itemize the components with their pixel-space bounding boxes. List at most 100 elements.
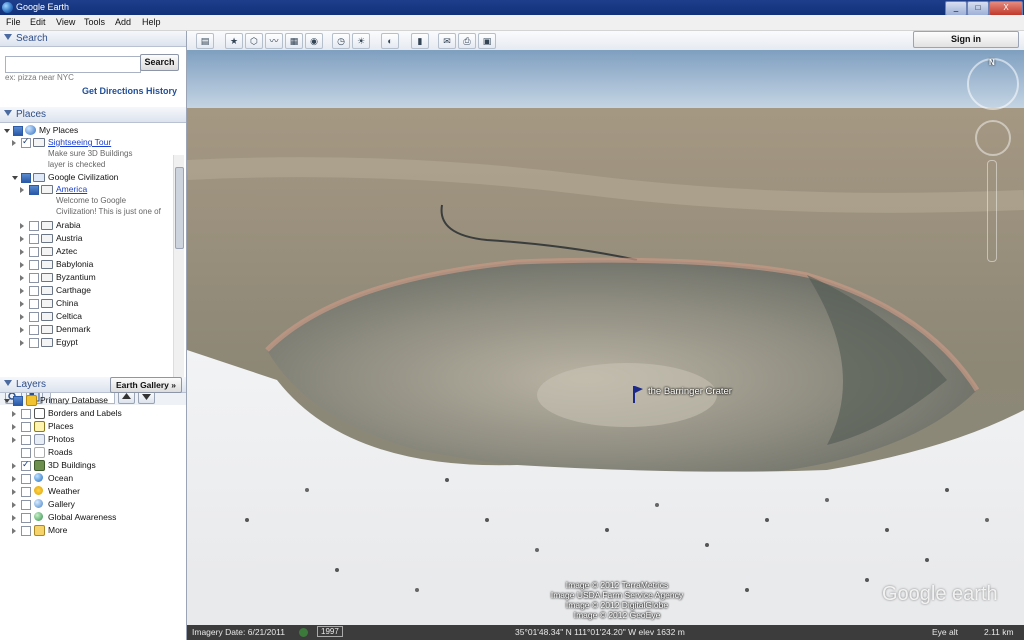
earth-gallery-button[interactable]: Earth Gallery » bbox=[110, 377, 182, 393]
checkbox[interactable] bbox=[21, 409, 31, 419]
search-section-header[interactable]: Search bbox=[0, 31, 186, 47]
checkbox[interactable] bbox=[21, 487, 31, 497]
tree-item-babylonia[interactable]: Babylonia bbox=[20, 259, 172, 271]
checkbox[interactable] bbox=[21, 173, 31, 183]
history-link[interactable]: History bbox=[146, 86, 177, 96]
tree-item-denmark[interactable]: Denmark bbox=[20, 324, 172, 336]
checkbox[interactable] bbox=[21, 526, 31, 536]
tree-item-celtica[interactable]: Celtica bbox=[20, 311, 172, 323]
expand-arrow-icon[interactable] bbox=[20, 275, 24, 281]
expand-arrow-icon[interactable] bbox=[12, 502, 16, 508]
tree-item-byzantium[interactable]: Byzantium bbox=[20, 272, 172, 284]
add-placemark-icon[interactable]: ★ bbox=[225, 33, 243, 49]
menu-tools[interactable]: Tools bbox=[84, 17, 105, 27]
checkbox[interactable] bbox=[21, 513, 31, 523]
layer-item-global-awareness[interactable]: Global Awareness bbox=[12, 512, 174, 524]
layer-item-photos[interactable]: Photos bbox=[12, 434, 174, 446]
add-overlay-icon[interactable]: ▦ bbox=[285, 33, 303, 49]
sunlight-icon[interactable]: ☀ bbox=[352, 33, 370, 49]
planets-icon[interactable]: ◐ bbox=[381, 33, 399, 49]
historical-clock-icon[interactable] bbox=[299, 628, 308, 637]
placemark-label[interactable]: the Barringer Crater bbox=[648, 386, 732, 397]
checkbox[interactable] bbox=[21, 500, 31, 510]
expand-arrow-icon[interactable] bbox=[12, 424, 16, 430]
tree-item-label[interactable]: Sightseeing Tour bbox=[48, 137, 111, 147]
ruler-icon[interactable]: ▮ bbox=[411, 33, 429, 49]
layer-item-roads[interactable]: Roads bbox=[12, 447, 174, 459]
checkbox[interactable] bbox=[21, 474, 31, 484]
layer-item-ocean[interactable]: Ocean bbox=[12, 473, 174, 485]
places-scrollbar[interactable] bbox=[173, 155, 184, 380]
search-button[interactable]: Search bbox=[140, 54, 179, 71]
sidebar-toggle-icon[interactable]: ▤ bbox=[196, 33, 214, 49]
scrollbar-thumb[interactable] bbox=[175, 167, 184, 249]
checkbox[interactable] bbox=[21, 435, 31, 445]
expand-arrow-icon[interactable] bbox=[20, 262, 24, 268]
checkbox[interactable] bbox=[21, 422, 31, 432]
expand-arrow-icon[interactable] bbox=[4, 399, 10, 403]
print-icon[interactable]: ⎙ bbox=[458, 33, 476, 49]
checkbox[interactable] bbox=[21, 459, 31, 471]
expand-arrow-icon[interactable] bbox=[20, 340, 24, 346]
add-path-icon[interactable]: 〰 bbox=[265, 33, 283, 49]
expand-arrow-icon[interactable] bbox=[20, 327, 24, 333]
checkbox[interactable] bbox=[29, 260, 39, 270]
tree-item-egypt[interactable]: Egypt bbox=[20, 337, 172, 349]
layer-item-primary-database[interactable]: Primary Database bbox=[4, 395, 174, 407]
menu-add[interactable]: Add bbox=[115, 17, 131, 27]
checkbox[interactable] bbox=[13, 396, 23, 406]
tree-item-austria[interactable]: Austria bbox=[20, 233, 172, 245]
view-in-maps-icon[interactable]: ▣ bbox=[478, 33, 496, 49]
minimize-button[interactable]: _ bbox=[945, 1, 967, 16]
expand-arrow-icon[interactable] bbox=[20, 301, 24, 307]
imagery-year[interactable]: 1997 bbox=[317, 626, 343, 637]
checkbox[interactable] bbox=[29, 221, 39, 231]
places-section-header[interactable]: Places bbox=[0, 107, 186, 123]
checkbox[interactable] bbox=[13, 126, 23, 136]
expand-arrow-icon[interactable] bbox=[20, 236, 24, 242]
expand-arrow-icon[interactable] bbox=[12, 411, 16, 417]
expand-arrow-icon[interactable] bbox=[20, 249, 24, 255]
checkbox[interactable] bbox=[29, 325, 39, 335]
checkbox[interactable] bbox=[29, 299, 39, 309]
layer-item-borders-labels[interactable]: Borders and Labels bbox=[12, 408, 174, 420]
expand-arrow-icon[interactable] bbox=[12, 176, 18, 180]
checkbox[interactable] bbox=[29, 338, 39, 348]
maximize-button[interactable]: □ bbox=[967, 1, 989, 16]
expand-arrow-icon[interactable] bbox=[20, 288, 24, 294]
checkbox[interactable] bbox=[21, 136, 31, 148]
tree-item-carthage[interactable]: Carthage bbox=[20, 285, 172, 297]
search-input[interactable] bbox=[5, 56, 141, 73]
tree-item-arabia[interactable]: Arabia bbox=[20, 220, 172, 232]
tree-item-aztec[interactable]: Aztec bbox=[20, 246, 172, 258]
menu-edit[interactable]: Edit bbox=[30, 17, 46, 27]
add-polygon-icon[interactable]: ⬡ bbox=[245, 33, 263, 49]
layer-item-gallery[interactable]: Gallery bbox=[12, 499, 174, 511]
checkbox[interactable] bbox=[29, 312, 39, 322]
checkbox[interactable] bbox=[29, 234, 39, 244]
expand-arrow-icon[interactable] bbox=[12, 515, 16, 521]
expand-arrow-icon[interactable] bbox=[20, 223, 24, 229]
layer-item-3d-buildings[interactable]: 3D Buildings bbox=[12, 459, 174, 472]
checkbox[interactable] bbox=[29, 185, 39, 195]
menu-help[interactable]: Help bbox=[142, 17, 161, 27]
tree-item-label[interactable]: America bbox=[56, 184, 87, 194]
get-directions-link[interactable]: Get Directions bbox=[82, 86, 144, 96]
earth-3d-view[interactable]: the Barringer Crater N Image © 2012 Terr… bbox=[187, 50, 1024, 625]
zoom-slider[interactable] bbox=[987, 160, 997, 262]
tree-item-america[interactable]: America bbox=[20, 184, 172, 196]
layer-item-places[interactable]: Places bbox=[12, 421, 174, 433]
expand-arrow-icon[interactable] bbox=[4, 129, 10, 133]
expand-arrow-icon[interactable] bbox=[12, 463, 16, 469]
look-joystick[interactable]: N bbox=[967, 58, 1019, 110]
tree-item-china[interactable]: China bbox=[20, 298, 172, 310]
layer-item-weather[interactable]: Weather bbox=[12, 486, 174, 498]
layer-item-more[interactable]: More bbox=[12, 525, 174, 537]
checkbox[interactable] bbox=[29, 247, 39, 257]
placemark-flag-icon[interactable] bbox=[632, 384, 644, 404]
record-tour-icon[interactable]: ◉ bbox=[305, 33, 323, 49]
expand-arrow-icon[interactable] bbox=[12, 528, 16, 534]
expand-arrow-icon[interactable] bbox=[12, 437, 16, 443]
menu-view[interactable]: View bbox=[56, 17, 75, 27]
checkbox[interactable] bbox=[29, 286, 39, 296]
